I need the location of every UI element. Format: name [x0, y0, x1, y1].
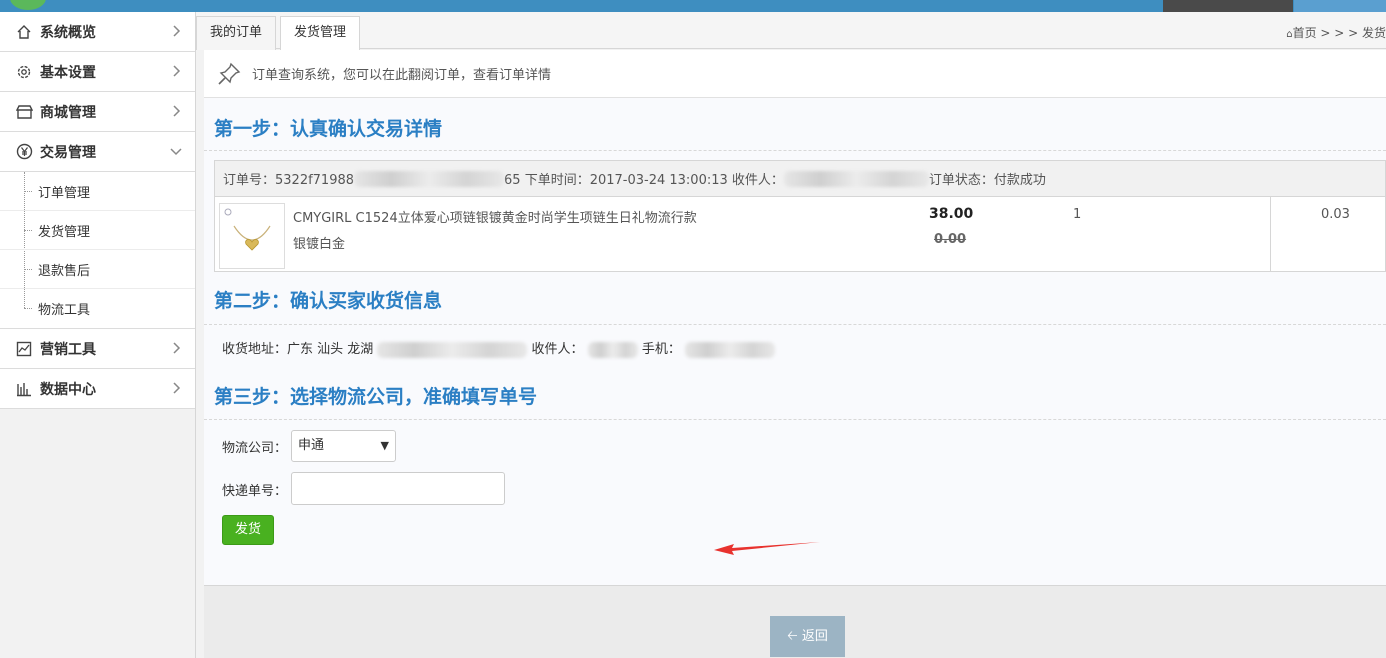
order-number-prefix: 订单号：5322f71988 — [223, 173, 355, 188]
chevron-right-icon — [173, 25, 181, 37]
tracking-number-input[interactable] — [291, 472, 505, 505]
order-header: 订单号：5322f71988 65 下单时间：2017-03-24 13:00:… — [215, 161, 1385, 197]
tab-shipping[interactable]: 发货管理 — [280, 16, 361, 50]
receiver-label: 收件人： — [531, 342, 584, 357]
logistics-company-select[interactable]: 申通 ▼ — [291, 430, 396, 462]
divider — [1270, 197, 1271, 272]
product-price: 38.00 — [929, 206, 974, 222]
top-bar-user-area[interactable] — [1163, 0, 1293, 12]
select-value: 申通 — [298, 438, 325, 453]
breadcrumb[interactable]: ⌂首页 > > > 发货 — [1286, 24, 1386, 41]
yen-icon — [14, 142, 34, 162]
trade-submenu: 订单管理 发货管理 退款售后 物流工具 — [0, 172, 195, 329]
tab-label: 我的订单 — [210, 25, 263, 40]
breadcrumb-text: 首页 > > > 发货 — [1292, 26, 1386, 40]
sidebar-item-label: 系统概览 — [40, 24, 96, 41]
pushpin-icon — [218, 62, 241, 85]
sidebar-subitem-label: 订单管理 — [38, 185, 91, 201]
sidebar-subitem-orders[interactable]: 订单管理 — [0, 172, 195, 211]
redacted-block — [354, 170, 505, 187]
order-card: 订单号：5322f71988 65 下单时间：2017-03-24 13:00:… — [214, 160, 1386, 272]
chevron-right-icon — [173, 342, 181, 354]
product-thumbnail[interactable] — [219, 203, 285, 269]
info-text: 订单查询系统，您可以在此翻阅订单，查看订单详情 — [252, 68, 552, 83]
product-quantity: 1 — [1073, 207, 1082, 222]
footer-area: 🡠 返回 — [204, 585, 1386, 658]
sidebar-item-label: 数据中心 — [40, 381, 96, 398]
chevron-right-icon — [173, 382, 181, 394]
redacted-block — [377, 341, 528, 358]
tab-label: 发货管理 — [294, 25, 347, 40]
caret-down-icon: ▼ — [380, 439, 389, 452]
tab-bar: 我的订单 发货管理 ⌂首页 > > > 发货 — [196, 12, 1386, 50]
redacted-block — [587, 341, 638, 358]
red-arrow-annotation — [714, 542, 820, 555]
sidebar-subitem-label: 物流工具 — [38, 303, 91, 318]
chevron-right-icon — [173, 65, 181, 77]
product-spec: 银镀白金 — [293, 237, 346, 252]
sidebar-item-settings[interactable]: 基本设置 — [0, 52, 195, 92]
redacted-block — [685, 341, 775, 358]
sidebar-item-trade[interactable]: 交易管理 — [0, 132, 195, 172]
gear-icon — [14, 62, 34, 82]
sidebar-item-label: 商城管理 — [40, 104, 96, 121]
tab-my-orders[interactable]: 我的订单 — [196, 16, 277, 50]
company-label: 物流公司： — [222, 441, 288, 456]
bar-chart-icon — [14, 379, 34, 399]
order-amount: 0.03 — [1321, 207, 1350, 222]
address-prefix: 收货地址：广东 汕头 龙湖 — [222, 342, 374, 357]
sidebar-item-label: 交易管理 — [40, 144, 96, 161]
sidebar-item-label: 营销工具 — [40, 341, 96, 358]
back-button[interactable]: 🡠 返回 — [770, 616, 845, 657]
store-icon — [14, 102, 34, 122]
sidebar-subitem-shipping[interactable]: 发货管理 — [0, 211, 195, 250]
chevron-right-icon — [173, 105, 181, 117]
divider — [204, 419, 1386, 420]
sidebar-item-data-center[interactable]: 数据中心 — [0, 369, 195, 409]
redacted-block — [783, 170, 929, 187]
sidebar: 系统概览 基本设置 商城管理 交易管理 订单管理 发货管理 退款售后 物流工具 … — [0, 12, 196, 658]
product-original-price: 0.00 — [934, 232, 967, 247]
divider — [204, 150, 1386, 151]
top-bar-action-area[interactable] — [1294, 0, 1386, 12]
chevron-down-icon — [170, 148, 182, 156]
ship-button[interactable]: 发货 — [222, 515, 274, 545]
sidebar-item-label: 基本设置 — [40, 64, 96, 81]
back-button-label: 返回 — [801, 629, 828, 644]
arrow-left-icon: 🡠 — [787, 629, 798, 644]
sidebar-subitem-label: 发货管理 — [38, 224, 91, 240]
product-name[interactable]: CMYGIRL C1524立体爱心项链银镀黄金时尚学生项链生日礼物流行款 — [293, 207, 697, 226]
tracking-label: 快递单号： — [222, 484, 288, 499]
necklace-image — [224, 208, 271, 251]
sidebar-item-mall[interactable]: 商城管理 — [0, 92, 195, 132]
sidebar-subitem-refunds[interactable]: 退款售后 — [0, 250, 195, 289]
divider — [204, 324, 1386, 325]
step3-title: 第三步：选择物流公司，准确填写单号 — [214, 386, 538, 408]
sidebar-subitem-logistics[interactable]: 物流工具 — [0, 289, 195, 328]
home-icon — [14, 22, 34, 42]
sidebar-subitem-label: 退款售后 — [38, 263, 91, 279]
info-bar: 订单查询系统，您可以在此翻阅订单，查看订单详情 — [204, 50, 1386, 98]
logo — [10, 0, 46, 10]
shipping-address: 收货地址：广东 汕头 龙湖 收件人： 手机： — [222, 338, 775, 358]
top-bar — [0, 0, 1386, 12]
chart-line-icon — [14, 339, 34, 359]
step1-title: 第一步：认真确认交易详情 — [214, 118, 443, 140]
main-content: 订单查询系统，您可以在此翻阅订单，查看订单详情 第一步：认真确认交易详情 订单号… — [204, 50, 1386, 658]
step2-title: 第二步：确认买家收货信息 — [214, 290, 443, 312]
sidebar-item-overview[interactable]: 系统概览 — [0, 12, 195, 52]
order-status: 订单状态：付款成功 — [928, 173, 1046, 188]
order-info-suffix: 65 下单时间：2017-03-24 13:00:13 收件人： — [504, 173, 784, 188]
phone-label: 手机： — [641, 342, 681, 357]
sidebar-item-marketing[interactable]: 营销工具 — [0, 329, 195, 369]
